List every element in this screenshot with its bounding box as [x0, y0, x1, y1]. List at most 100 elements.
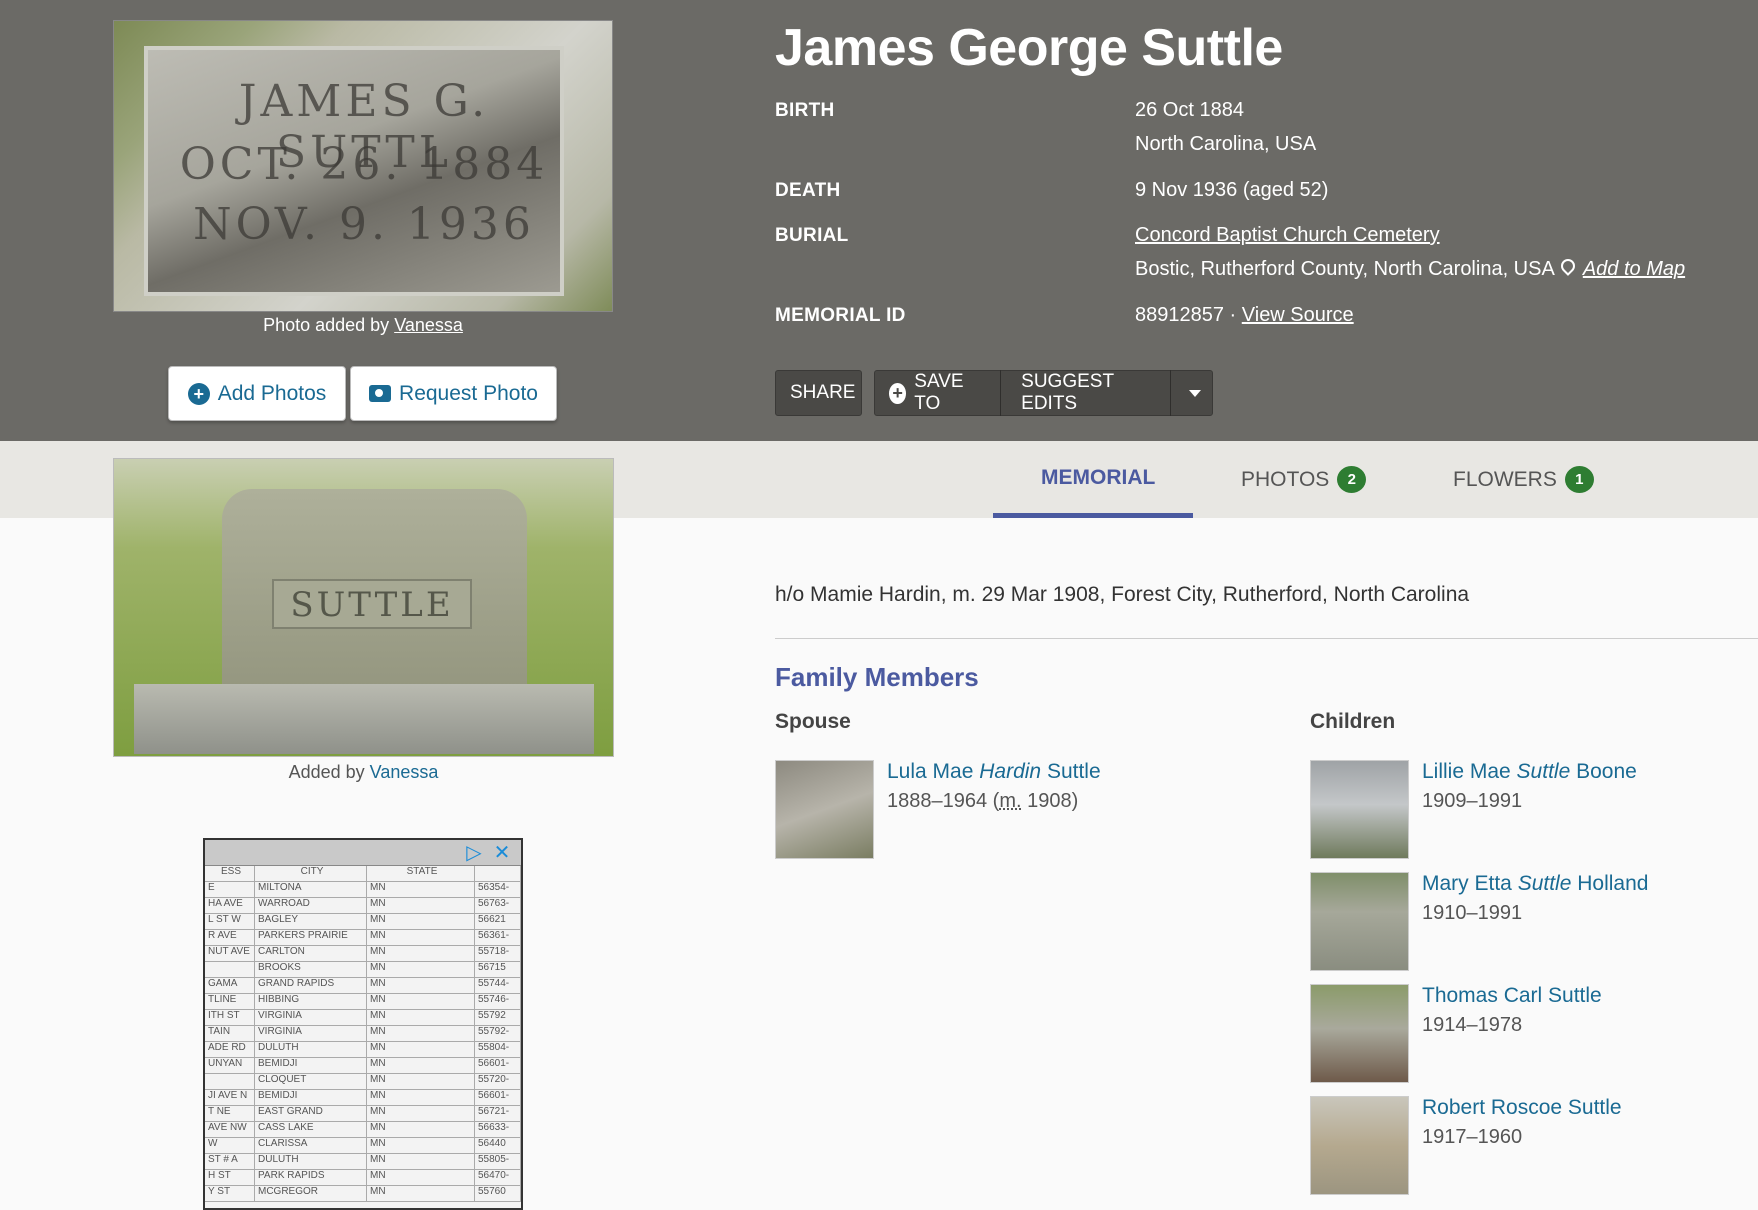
suggest-edits-label: SUGGEST EDITS — [1021, 371, 1114, 414]
memorial-id: 88912857 — [1135, 304, 1224, 326]
child-photo[interactable] — [1310, 872, 1409, 971]
ad-table-row: ST # A DULUTH MN 55805- — [205, 1154, 521, 1170]
plus-circle-icon: + — [889, 382, 907, 404]
ad-table-row: ADE RD DULUTH MN 55804- — [205, 1042, 521, 1058]
ad-cell: R AVE — [205, 930, 255, 945]
ad-cell: WARROAD — [255, 898, 367, 913]
page-title: James George Suttle — [775, 19, 1283, 77]
add-to-map-link[interactable]: Add to Map — [1583, 258, 1685, 280]
child-photo[interactable] — [1310, 984, 1409, 1083]
camera-icon — [369, 385, 392, 402]
tab-flowers[interactable]: FLOWERS 1 — [1453, 466, 1594, 493]
request-photo-button[interactable]: Request Photo — [350, 366, 557, 421]
ad-cell: MN — [367, 1170, 475, 1185]
birth-place: North Carolina, USA — [1135, 133, 1317, 155]
spouse-card[interactable]: Lula Mae Hardin Suttle 1888–1964 (m. 190… — [775, 760, 1195, 860]
ad-table-header: ESS CITY STATE — [205, 866, 521, 882]
close-icon[interactable]: ✕ — [491, 842, 513, 864]
ad-table-row: GAMA GRAND RAPIDS MN 55744- — [205, 978, 521, 994]
share-button[interactable]: SHARE — [775, 370, 862, 416]
active-tab-indicator — [993, 513, 1193, 518]
children-heading: Children — [1310, 710, 1396, 733]
child-name-link[interactable]: Robert Roscoe Suttle — [1422, 1096, 1622, 1120]
ad-table-row: TLINE HIBBING MN 55746- — [205, 994, 521, 1010]
ad-table-row: T NE EAST GRAND MN 56721- — [205, 1106, 521, 1122]
child-name-link[interactable]: Mary Etta Suttle Holland — [1422, 872, 1648, 896]
ad-cell: TLINE — [205, 994, 255, 1009]
photo-contributor-link[interactable]: Vanessa — [394, 315, 463, 335]
married-year: 1908) — [1021, 790, 1079, 812]
ad-cell: MCGREGOR — [255, 1186, 367, 1201]
spouse-name-link[interactable]: Lula Mae Hardin Suttle — [887, 760, 1101, 784]
ad-cell: 56763- — [475, 898, 521, 913]
child-card[interactable]: Lillie Mae Suttle Boone 1909–1991 — [1310, 760, 1730, 860]
ad-cell: CLOQUET — [255, 1074, 367, 1089]
ad-cell: MN — [367, 1010, 475, 1025]
ad-cell: GRAND RAPIDS — [255, 978, 367, 993]
ad-cell: 56354- — [475, 882, 521, 897]
ad-table-row: R AVE PARKERS PRAIRIE MN 56361- — [205, 930, 521, 946]
ad-cell: MN — [367, 1106, 475, 1121]
photo-contributor-link[interactable]: Vanessa — [370, 762, 439, 782]
id-separator: · — [1223, 304, 1242, 326]
action-button-group: + SAVE TO SUGGEST EDITS — [874, 370, 1213, 416]
ad-cell: GAMA — [205, 978, 255, 993]
ad-cell: MN — [367, 1058, 475, 1073]
ad-cell: MN — [367, 1026, 475, 1041]
photo-caption: Added by Vanessa — [113, 762, 614, 783]
first-name: Thomas Carl Suttle — [1422, 984, 1602, 1007]
ad-cell: MN — [367, 914, 475, 929]
ad-cell: 56601- — [475, 1090, 521, 1105]
ad-cell: 56721- — [475, 1106, 521, 1121]
ad-cell: MN — [367, 930, 475, 945]
photo-caption: Photo added by Vanessa — [113, 315, 613, 336]
ad-cell: VIRGINIA — [255, 1026, 367, 1041]
child-photo[interactable] — [1310, 760, 1409, 859]
child-dates: 1909–1991 — [1422, 790, 1523, 812]
first-name: Lillie Mae — [1422, 760, 1517, 783]
ad-cell: PARKERS PRAIRIE — [255, 930, 367, 945]
child-name-link[interactable]: Thomas Carl Suttle — [1422, 984, 1602, 1008]
ad-cell: 56361- — [475, 930, 521, 945]
save-to-button[interactable]: + SAVE TO — [875, 371, 992, 415]
maiden-name: Hardin — [979, 760, 1042, 783]
request-photo-label: Request Photo — [399, 381, 538, 405]
child-card[interactable]: Thomas Carl Suttle 1914–1978 — [1310, 984, 1730, 1084]
ad-cell: 55746- — [475, 994, 521, 1009]
view-source-link[interactable]: View Source — [1242, 304, 1354, 326]
engraving-line: NOV. 9. 1936 — [193, 199, 535, 250]
tab-photos[interactable]: PHOTOS 2 — [1241, 466, 1367, 493]
advertisement[interactable]: ▷ ✕ ESS CITY STATE E MILTONA MN 56354- HA AVE WA… — [203, 838, 523, 1210]
family-headstone-photo[interactable]: SUTTLE — [113, 458, 614, 757]
ad-cell: 55805- — [475, 1154, 521, 1169]
ad-cell: MN — [367, 1042, 475, 1057]
suggest-edits-button[interactable]: SUGGEST EDITS — [1009, 371, 1162, 415]
ad-table-row: HA AVE WARROAD MN 56763- — [205, 898, 521, 914]
tab-memorial-label: MEMORIAL — [1041, 466, 1156, 489]
add-photos-button[interactable]: + Add Photos — [168, 366, 346, 421]
burial-place-row: Bostic, Rutherford County, North Carolin… — [1135, 256, 1685, 281]
ad-cell: 55804- — [475, 1042, 521, 1057]
ad-cell: HIBBING — [255, 994, 367, 1009]
child-card[interactable]: Mary Etta Suttle Holland 1910–1991 — [1310, 872, 1730, 972]
ad-choices-icon[interactable]: ▷ — [463, 842, 485, 864]
child-dates: 1914–1978 — [1422, 1014, 1523, 1036]
save-to-label: SAVE TO — [914, 371, 964, 414]
headstone-photo[interactable]: JAMES G. SUTTL OCT. 26. 1884 NOV. 9. 193… — [113, 20, 613, 312]
ad-cell: HA AVE — [205, 898, 255, 913]
more-actions-dropdown[interactable] — [1179, 371, 1212, 415]
family-members-heading: Family Members — [775, 662, 979, 692]
child-photo[interactable] — [1310, 1096, 1409, 1195]
child-card[interactable]: Robert Roscoe Suttle 1917–1960 — [1310, 1096, 1730, 1196]
tab-memorial[interactable]: MEMORIAL — [1041, 466, 1155, 490]
ad-cell: MN — [367, 898, 475, 913]
ad-header-cell: CITY — [255, 866, 367, 881]
ad-cell: CLARISSA — [255, 1138, 367, 1153]
first-name: Robert Roscoe Suttle — [1422, 1096, 1622, 1119]
ad-table-row: Y ST MCGREGOR MN 55760 — [205, 1186, 521, 1202]
ad-table-row: E MILTONA MN 56354- — [205, 882, 521, 898]
burial-label: BURIAL — [775, 225, 849, 246]
spouse-photo[interactable] — [775, 760, 874, 859]
cemetery-link[interactable]: Concord Baptist Church Cemetery — [1135, 224, 1440, 246]
child-name-link[interactable]: Lillie Mae Suttle Boone — [1422, 760, 1637, 784]
